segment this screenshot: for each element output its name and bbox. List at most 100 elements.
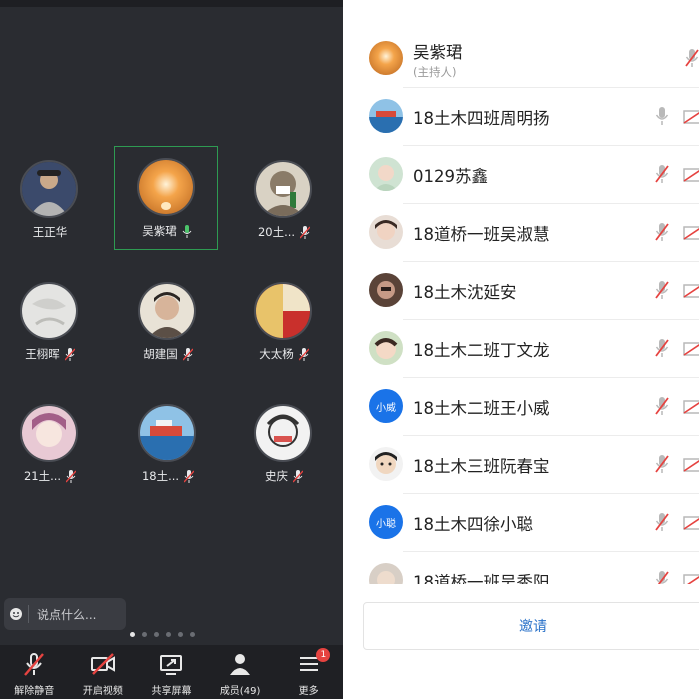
member-name: 18土木二班丁文龙 xyxy=(413,341,550,360)
participant-name: 20土... xyxy=(257,225,296,239)
mic-muted-icon[interactable] xyxy=(655,396,669,416)
mic-muted-icon[interactable] xyxy=(655,280,669,300)
emoji-icon[interactable] xyxy=(4,607,28,621)
participant-avatar xyxy=(138,404,196,462)
unmute-button[interactable]: 解除静音 xyxy=(0,645,69,699)
camera-off-icon[interactable] xyxy=(683,110,699,124)
participant-tile-active[interactable]: 吴紫珺 xyxy=(114,146,218,250)
avatar-initials: 小聪 xyxy=(369,505,403,539)
participant-label: 20土... xyxy=(232,224,336,240)
participant-name: 21土... xyxy=(23,469,62,483)
page-dot[interactable] xyxy=(190,632,195,637)
participant-tile[interactable]: 18土... xyxy=(116,392,220,496)
participant-avatar xyxy=(254,404,312,462)
member-name: 18土木四班周明扬 xyxy=(413,109,550,128)
participant-tile[interactable]: 王正华 xyxy=(0,148,102,252)
page-dot[interactable] xyxy=(166,632,171,637)
mic-muted-icon[interactable] xyxy=(655,512,669,532)
member-row[interactable]: 小聪 18土木四徐小聪 xyxy=(343,494,699,552)
member-name: 18道桥一班吴淑慧 xyxy=(413,225,550,244)
participant-avatar xyxy=(20,160,78,218)
mic-muted-icon[interactable] xyxy=(655,222,669,242)
member-avatar xyxy=(369,41,403,75)
camera-off-icon[interactable] xyxy=(683,284,699,298)
member-name: 18土木三班阮春宝 xyxy=(413,457,550,476)
mic-muted-icon[interactable] xyxy=(655,164,669,184)
chat-input[interactable]: 说点什么... xyxy=(4,598,126,630)
chat-divider xyxy=(28,605,29,623)
mic-on-icon[interactable] xyxy=(655,106,669,126)
mic-muted-icon[interactable] xyxy=(685,48,699,68)
page-dot[interactable] xyxy=(154,632,159,637)
page-dot[interactable] xyxy=(142,632,147,637)
mic-muted-icon[interactable] xyxy=(655,570,669,584)
participant-label: 胡建国 xyxy=(116,346,220,362)
member-name: 吴紫珺 xyxy=(413,43,463,62)
invite-button[interactable]: 邀请 xyxy=(363,602,699,650)
participant-avatar xyxy=(254,160,312,218)
members-panel: 吴紫珺 (主持人) 18土木四班周明扬 0129苏鑫 18道桥一班吴淑慧 18土… xyxy=(343,0,699,699)
member-row[interactable]: 18道桥一班吴淑慧 xyxy=(343,204,699,262)
avatar-initials: 小威 xyxy=(369,389,403,423)
status-strip xyxy=(0,0,343,7)
toolbar-label: 解除静音 xyxy=(14,686,55,697)
camera-off-icon[interactable] xyxy=(683,226,699,240)
member-row[interactable]: 小威 18土木二班王小威 xyxy=(343,378,699,436)
member-avatar: 小聪 xyxy=(369,505,403,539)
member-row[interactable]: 18土木三班阮春宝 xyxy=(343,436,699,494)
mic-muted-icon xyxy=(298,347,309,361)
participant-tile[interactable]: 胡建国 xyxy=(116,270,220,374)
members-button[interactable]: 成员(49) xyxy=(206,645,275,699)
camera-off-icon[interactable] xyxy=(683,574,699,584)
start-video-button[interactable]: 开启视频 xyxy=(69,645,138,699)
page-dot[interactable] xyxy=(178,632,183,637)
mic-muted-icon xyxy=(64,347,75,361)
member-row[interactable]: 0129苏鑫 xyxy=(343,146,699,204)
participant-label: 王正华 xyxy=(0,224,102,240)
mic-muted-icon[interactable] xyxy=(655,338,669,358)
member-row[interactable]: 18土木沈延安 xyxy=(343,262,699,320)
mic-muted-icon xyxy=(66,469,77,483)
participant-tile[interactable]: 21土... xyxy=(0,392,102,496)
camera-off-icon[interactable] xyxy=(683,342,699,356)
mic-muted-icon xyxy=(300,225,311,239)
member-row[interactable]: 18土木二班丁文龙 xyxy=(343,320,699,378)
toolbar-label: 开启视频 xyxy=(82,686,123,697)
member-name: 18土木二班王小威 xyxy=(413,399,550,418)
camera-off-icon[interactable] xyxy=(683,400,699,414)
mic-muted-icon xyxy=(182,347,193,361)
member-name: 0129苏鑫 xyxy=(413,167,488,186)
toolbar-label: 共享屏幕 xyxy=(151,686,192,697)
mic-muted-icon[interactable] xyxy=(655,454,669,474)
participant-tile[interactable]: 王栩晖 xyxy=(0,270,102,374)
participant-avatar xyxy=(137,158,195,216)
toolbar-label: 成员(49) xyxy=(219,686,261,697)
mic-muted-icon xyxy=(24,653,45,676)
participant-name: 大太杨 xyxy=(259,347,294,361)
notification-badge: 1 xyxy=(316,648,331,662)
members-icon xyxy=(230,654,251,675)
camera-off-icon[interactable] xyxy=(683,458,699,472)
more-button[interactable]: 1 更多 xyxy=(274,645,343,699)
member-avatar xyxy=(369,273,403,307)
participant-avatar xyxy=(20,404,78,462)
participant-tile[interactable]: 史庆 xyxy=(232,392,336,496)
mic-on-icon xyxy=(182,224,192,238)
participant-tile[interactable]: 大太杨 xyxy=(232,270,336,374)
page-dot[interactable] xyxy=(130,632,135,637)
member-avatar: 小威 xyxy=(369,389,403,423)
member-avatar xyxy=(369,331,403,365)
camera-off-icon[interactable] xyxy=(683,516,699,530)
camera-off-icon[interactable] xyxy=(683,168,699,182)
participant-name: 史庆 xyxy=(265,469,288,483)
member-row[interactable]: 18道桥一班吴秀阳 xyxy=(343,552,699,584)
share-screen-button[interactable]: 共享屏幕 xyxy=(137,645,206,699)
meeting-video-panel: 王正华 吴紫珺 20土... 王栩晖 胡建国 大太杨 21土... 18土...… xyxy=(0,0,343,699)
participant-name: 王栩晖 xyxy=(25,347,60,361)
member-row-host[interactable]: 吴紫珺 (主持人) xyxy=(343,30,699,88)
member-avatar xyxy=(369,215,403,249)
member-avatar xyxy=(369,99,403,133)
participant-name: 胡建国 xyxy=(143,347,178,361)
member-row[interactable]: 18土木四班周明扬 xyxy=(343,88,699,146)
participant-tile[interactable]: 20土... xyxy=(232,148,336,252)
